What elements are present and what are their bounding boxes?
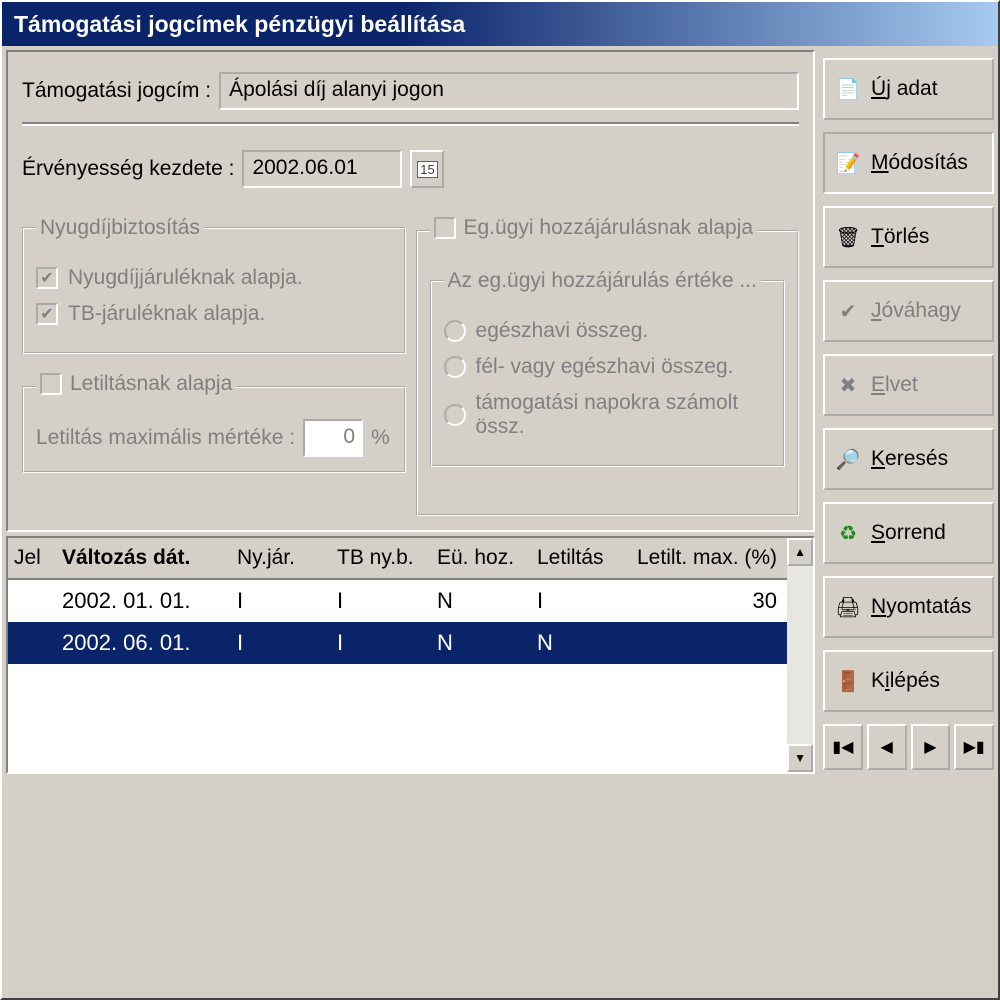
discard-button[interactable]: ✖ Elvet xyxy=(823,354,994,416)
divider xyxy=(22,122,799,126)
jogcim-label: Támogatási jogcím : xyxy=(22,79,211,103)
edit-button[interactable]: 📝 Módosítás xyxy=(823,132,994,194)
nav-prev-button[interactable]: ◀ xyxy=(867,724,907,770)
eg-opt1-label: egészhavi összeg. xyxy=(476,319,649,343)
date-picker-button[interactable]: 15 xyxy=(410,150,444,188)
letiltas-checkbox[interactable] xyxy=(40,373,62,395)
th-jel[interactable]: Jel xyxy=(8,538,56,578)
trash-icon: 🗑 xyxy=(835,224,861,250)
tb-checkbox[interactable]: ✔ xyxy=(36,303,58,325)
let-max-label: Letiltás maximális mértéke : xyxy=(36,426,295,450)
nav-next-button[interactable]: ▶ xyxy=(911,724,951,770)
th-tb[interactable]: TB ny.b. xyxy=(331,538,431,578)
tb-label: TB-járuléknak alapja. xyxy=(68,302,265,326)
eg-opt2-radio[interactable] xyxy=(444,356,466,378)
letiltas-group: Letiltásnak alapja Letiltás maximális mé… xyxy=(22,372,406,473)
form-panel: Támogatási jogcím : Ápolási díj alanyi j… xyxy=(6,50,815,532)
window-titlebar: Támogatási jogcímek pénzügyi beállítása xyxy=(2,2,998,46)
nyugdij-legend: Nyugdíjbiztosítás xyxy=(36,216,204,240)
th-nyj[interactable]: Ny.jár. xyxy=(231,538,331,578)
nav-last-button[interactable]: ▶▮ xyxy=(954,724,994,770)
window-title: Támogatási jogcímek pénzügyi beállítása xyxy=(14,11,465,38)
edit-icon: 📝 xyxy=(835,150,861,176)
nyugdij-group: Nyugdíjbiztosítás ✔ Nyugdíjjáruléknak al… xyxy=(22,216,406,354)
approve-button[interactable]: ✔ Jóváhagy xyxy=(823,280,994,342)
eg-opt3-radio[interactable] xyxy=(444,404,466,426)
search-icon: 🔎 xyxy=(835,446,861,472)
nav-first-button[interactable]: ▮◀ xyxy=(823,724,863,770)
ervenyesseg-input[interactable]: 2002.06.01 xyxy=(242,150,402,188)
scroll-up-button[interactable]: ▲ xyxy=(787,538,813,566)
percent-label: % xyxy=(371,426,390,450)
nyj-label: Nyugdíjjáruléknak alapja. xyxy=(68,266,303,290)
th-eu[interactable]: Eü. hoz. xyxy=(431,538,531,578)
calendar-icon: 15 xyxy=(417,161,437,178)
exit-button[interactable]: 🚪 Kilépés xyxy=(823,650,994,712)
nyj-checkbox[interactable]: ✔ xyxy=(36,267,58,289)
sort-icon: ♻ xyxy=(835,520,861,546)
delete-button[interactable]: 🗑 Törlés xyxy=(823,206,994,268)
eg-ertek-group: Az eg.ügyi hozzájárulás értéke ... egész… xyxy=(430,269,786,467)
sort-button[interactable]: ♻ Sorrend xyxy=(823,502,994,564)
exit-icon: 🚪 xyxy=(835,668,861,694)
let-max-input[interactable]: 0 xyxy=(303,419,363,457)
check-icon: ✔ xyxy=(835,298,861,324)
print-icon: 🖨 xyxy=(835,594,861,620)
ervenyesseg-label: Érvényesség kezdete : xyxy=(22,157,234,181)
letiltas-legend: Letiltásnak alapja xyxy=(36,372,236,401)
cancel-icon: ✖ xyxy=(835,372,861,398)
new-icon: 📄 xyxy=(835,76,861,102)
history-table[interactable]: Jel Változás dát. Ny.jár. TB ny.b. Eü. h… xyxy=(6,536,815,774)
print-button[interactable]: 🖨 Nyomtatás xyxy=(823,576,994,638)
th-max[interactable]: Letilt. max. (%) xyxy=(631,538,787,578)
jogcim-input[interactable]: Ápolási díj alanyi jogon xyxy=(219,72,799,110)
new-button[interactable]: 📄 Új adat xyxy=(823,58,994,120)
table-scrollbar[interactable]: ▲ ▼ xyxy=(787,538,813,772)
eg-legend: Eg.ügyi hozzájárulásnak alapja xyxy=(430,216,758,245)
table-row[interactable]: 2002. 01. 01.IINI30 xyxy=(8,580,787,622)
table-row[interactable]: 2002. 06. 01.IINN xyxy=(8,622,787,664)
scroll-down-button[interactable]: ▼ xyxy=(787,744,813,772)
eg-checkbox[interactable] xyxy=(434,217,456,239)
th-let[interactable]: Letiltás xyxy=(531,538,631,578)
eg-opt1-radio[interactable] xyxy=(444,320,466,342)
eg-opt2-label: fél- vagy egészhavi összeg. xyxy=(476,355,734,379)
eg-opt3-label: támogatási napokra számolt össz. xyxy=(476,391,772,439)
th-date[interactable]: Változás dát. xyxy=(56,538,231,578)
nav-buttons: ▮◀ ◀ ▶ ▶▮ xyxy=(823,724,994,770)
search-button[interactable]: 🔎 Keresés xyxy=(823,428,994,490)
eg-group: Eg.ügyi hozzájárulásnak alapja Az eg.ügy… xyxy=(416,216,800,516)
eg-ertek-legend: Az eg.ügyi hozzájárulás értéke ... xyxy=(444,269,761,293)
